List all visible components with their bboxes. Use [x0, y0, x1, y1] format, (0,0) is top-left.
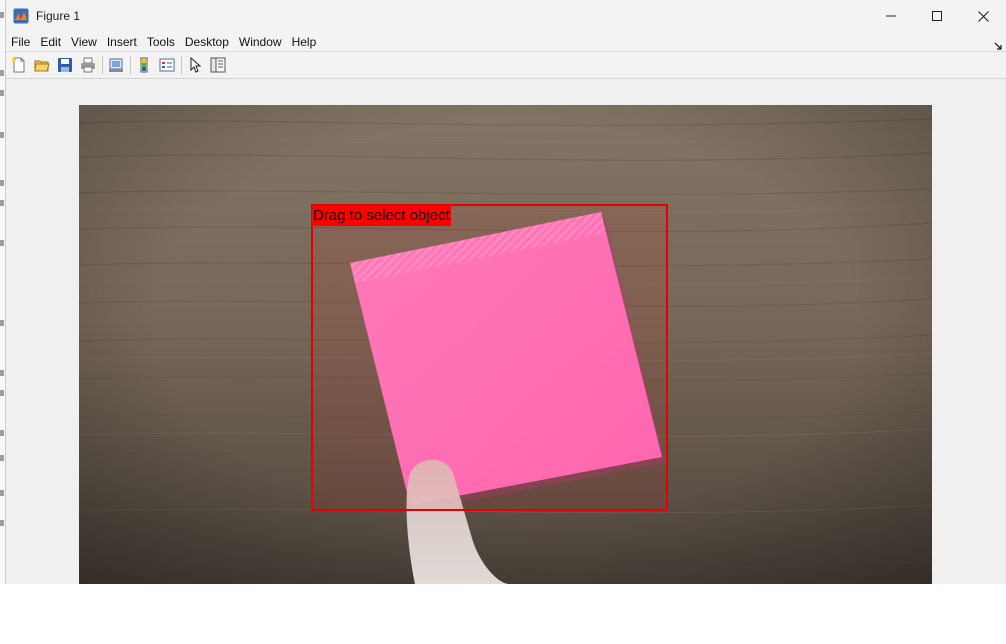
property-inspector-icon[interactable] [208, 55, 228, 75]
minimize-button[interactable] [868, 0, 914, 32]
menu-view[interactable]: View [66, 32, 102, 52]
dock-figure-icon[interactable] [994, 37, 1002, 50]
toolbar-separator [130, 56, 131, 74]
toolbar-separator [102, 56, 103, 74]
toolbar-separator [181, 56, 182, 74]
close-button[interactable] [960, 0, 1006, 32]
legend-icon[interactable] [157, 55, 177, 75]
link-plot-icon[interactable] [106, 55, 126, 75]
title-bar[interactable]: Figure 1 [6, 0, 1006, 32]
menu-desktop[interactable]: Desktop [180, 32, 234, 52]
save-icon[interactable] [55, 55, 75, 75]
menu-file[interactable]: File [6, 32, 35, 52]
maximize-button[interactable] [914, 0, 960, 32]
menu-insert[interactable]: Insert [102, 32, 142, 52]
edit-plot-icon[interactable] [185, 55, 205, 75]
figure-toolbar [6, 52, 1006, 79]
roi-selection-rectangle[interactable] [311, 204, 668, 511]
open-file-icon[interactable] [32, 55, 52, 75]
colorbar-icon[interactable] [134, 55, 154, 75]
matlab-app-icon [13, 8, 29, 24]
roi-instruction-label: Drag to select object [312, 206, 451, 226]
menu-tools[interactable]: Tools [142, 32, 180, 52]
menu-bar: File Edit View Insert Tools Desktop Wind… [6, 32, 1006, 52]
window-title: Figure 1 [36, 9, 81, 23]
menu-help[interactable]: Help [287, 32, 322, 52]
menu-window[interactable]: Window [234, 32, 287, 52]
new-figure-icon[interactable] [9, 55, 29, 75]
menu-edit[interactable]: Edit [35, 32, 66, 52]
print-icon[interactable] [78, 55, 98, 75]
